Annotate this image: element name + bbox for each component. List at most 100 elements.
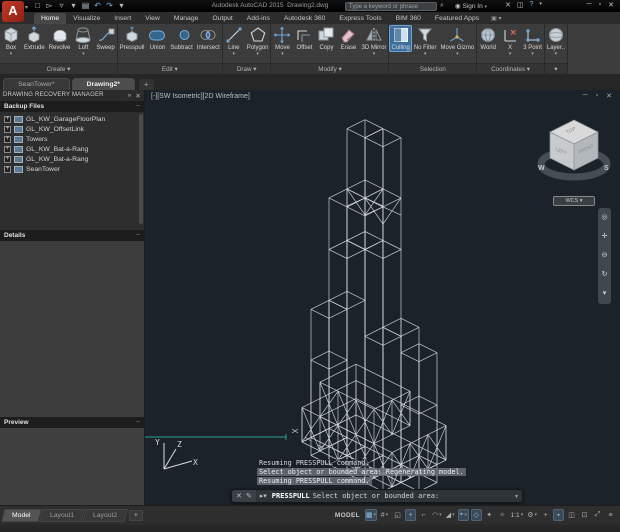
world-button[interactable]: World	[477, 25, 499, 52]
layout-tab-layout1[interactable]: Layout1	[38, 508, 85, 522]
expand-icon[interactable]: +	[4, 135, 11, 143]
collapse-icon[interactable]: −	[136, 103, 140, 110]
save-icon[interactable]: ▿	[57, 1, 66, 11]
new-drawing-tab-button[interactable]: +	[138, 79, 154, 90]
ribbon-tab-bim-360[interactable]: BIM 360	[389, 13, 428, 24]
panel-title-create[interactable]: Create ▾	[0, 63, 117, 74]
details-header[interactable]: Details −	[0, 230, 144, 241]
viewcube[interactable]: TOP LEFT FRONT W S WCS ▾	[536, 108, 612, 208]
isodraft-icon[interactable]: ◢ ▾	[445, 509, 456, 521]
ribbon-tab-featured-apps[interactable]: Featured Apps	[428, 13, 486, 24]
collapse-icon[interactable]: −	[136, 419, 140, 426]
annotation-scale-icon[interactable]: 1:1 ▾	[510, 509, 525, 521]
panel-title-coordinates[interactable]: Coordinates ▾	[477, 63, 544, 74]
presspull-button[interactable]: Presspull	[118, 25, 147, 52]
polygon-button[interactable]: Polygon ▾	[245, 25, 271, 57]
command-line[interactable]: ✕ ✎ ▸▾ PRESSPULL Select object or bounde…	[231, 489, 523, 503]
clean-screen-icon[interactable]: ⤢	[592, 509, 603, 521]
quick-properties-icon[interactable]: ◫	[566, 509, 577, 521]
wcs-dropdown-button[interactable]: WCS ▾	[553, 196, 595, 206]
expand-icon[interactable]: +	[4, 125, 11, 133]
tree-item[interactable]: + Towers	[0, 134, 144, 144]
ribbon-tab-autodesk-360[interactable]: Autodesk 360	[277, 13, 333, 24]
grid-display-icon[interactable]: ▦ ▾	[364, 509, 378, 521]
tree-item[interactable]: + SeanTower	[0, 164, 144, 174]
expand-icon[interactable]: +	[4, 155, 11, 163]
ribbon-tab-output[interactable]: Output	[205, 13, 239, 24]
x-button[interactable]: X ▾	[499, 25, 521, 57]
3d-mirror-button[interactable]: 3D Mirror ▾	[359, 25, 388, 57]
ortho-mode-icon[interactable]: ⌐	[418, 509, 429, 521]
panel-title-selection[interactable]: Selection	[389, 63, 477, 74]
expand-icon[interactable]: +	[4, 115, 11, 123]
erase-button[interactable]: Erase	[337, 25, 359, 52]
zoom-icon[interactable]: ⊖	[602, 252, 608, 260]
workspace-dropdown-icon[interactable]: ▾	[117, 1, 126, 11]
chevron-down-icon[interactable]: ▾	[456, 52, 459, 57]
save-as-icon[interactable]: ▾	[69, 1, 78, 11]
restore-icon[interactable]: ▫	[599, 1, 601, 9]
chevron-down-icon[interactable]: ▾	[10, 52, 13, 57]
dynamic-input-icon[interactable]: +	[405, 509, 417, 521]
panel-title-modify[interactable]: Modify ▾	[271, 63, 389, 74]
file-tab-seantower[interactable]: SeanTower*	[3, 78, 70, 90]
panel-title-draw[interactable]: Draw ▾	[222, 63, 271, 74]
expand-icon[interactable]: +	[4, 145, 11, 153]
expand-icon[interactable]: +	[4, 165, 11, 173]
preview-header[interactable]: Preview −	[0, 417, 144, 428]
annotation-visibility-icon[interactable]: ✦	[484, 509, 495, 521]
box-button[interactable]: Box ▾	[0, 25, 22, 57]
infer-constraints-icon[interactable]: ◱	[392, 509, 403, 521]
chevron-down-icon[interactable]: ▾	[531, 52, 534, 57]
sign-in-button[interactable]: ◉ Sign In ▾	[455, 2, 487, 10]
new-layout-button[interactable]: +	[128, 509, 143, 521]
object-snap-icon[interactable]: ⌖ ▾	[457, 509, 469, 521]
loft-button[interactable]: Loft ▾	[72, 25, 94, 57]
autoscale-icon[interactable]: ✧	[497, 509, 508, 521]
chevron-down-icon[interactable]: ▾	[555, 52, 558, 57]
move-gizmo-button[interactable]: Move Gizmo ▾	[439, 25, 477, 57]
model-space-viewport[interactable]: [-][SW Isometric][2D Wireframe] ─ ▫ ✕ TO…	[145, 90, 620, 505]
exchange-apps-icon[interactable]: ✕	[505, 1, 511, 9]
ribbon-tab-express-tools[interactable]: Express Tools	[332, 13, 388, 24]
navigation-bar[interactable]: ◎ ✛ ⊖ ↻ ▾	[598, 208, 611, 304]
no-filter-button[interactable]: No Filter ▾	[412, 25, 439, 57]
ribbon-tab-overflow-icon[interactable]: ▣ ▾	[486, 13, 506, 24]
tree-item[interactable]: + GL_KW_OffsetLink	[0, 124, 144, 134]
collapse-icon[interactable]: −	[136, 232, 140, 239]
pan-icon[interactable]: ✛	[602, 233, 608, 241]
open-icon[interactable]: ▻	[45, 1, 54, 11]
intersect-button[interactable]: Intersect	[195, 25, 222, 52]
minimize-icon[interactable]: ─	[587, 1, 592, 9]
3d-osnap-icon[interactable]: ◇	[470, 509, 482, 521]
help-dropdown-icon[interactable]: ▾	[539, 1, 542, 9]
command-options-icon[interactable]: ▾	[515, 493, 522, 500]
workspace-icon[interactable]: ⚙ ▾	[526, 509, 538, 521]
layer--button[interactable]: Layer.. ▾	[545, 25, 567, 57]
units-icon[interactable]: ▪	[553, 509, 564, 521]
close-icon[interactable]: ✕	[608, 1, 614, 9]
layout-tab-layout2[interactable]: Layout2	[82, 508, 128, 522]
copy-button[interactable]: Copy	[315, 25, 337, 52]
ribbon-tab-manage[interactable]: Manage	[167, 13, 206, 24]
ribbon-tab-view[interactable]: View	[138, 13, 167, 24]
drawing-minimize-icon[interactable]: ─	[583, 92, 588, 100]
plot-icon[interactable]: ▤	[81, 1, 90, 11]
file-tab-drawing2[interactable]: Drawing2*	[71, 78, 135, 90]
subtract-button[interactable]: Subtract	[168, 25, 194, 52]
chevron-down-icon[interactable]: ▾	[256, 52, 259, 57]
revolve-button[interactable]: Revolve	[47, 25, 73, 52]
command-customize-icon[interactable]: ✎	[246, 492, 252, 500]
chevron-down-icon[interactable]: ▾	[509, 52, 512, 57]
offset-button[interactable]: Offset	[293, 25, 315, 52]
union-button[interactable]: Union	[146, 25, 168, 52]
layout-tab-model[interactable]: Model	[1, 508, 42, 522]
ribbon-tab-insert[interactable]: Insert	[107, 13, 138, 24]
model-space-label[interactable]: MODEL	[335, 512, 360, 519]
new-icon[interactable]: □	[33, 1, 42, 11]
recent-commands-icon[interactable]: ▸▾	[260, 492, 267, 500]
ribbon-tab-visualize[interactable]: Visualize	[66, 13, 107, 24]
sweep-button[interactable]: Sweep	[94, 25, 116, 52]
chevron-down-icon[interactable]: ▾	[281, 52, 284, 57]
search-icon[interactable]: ⌕	[440, 2, 444, 10]
